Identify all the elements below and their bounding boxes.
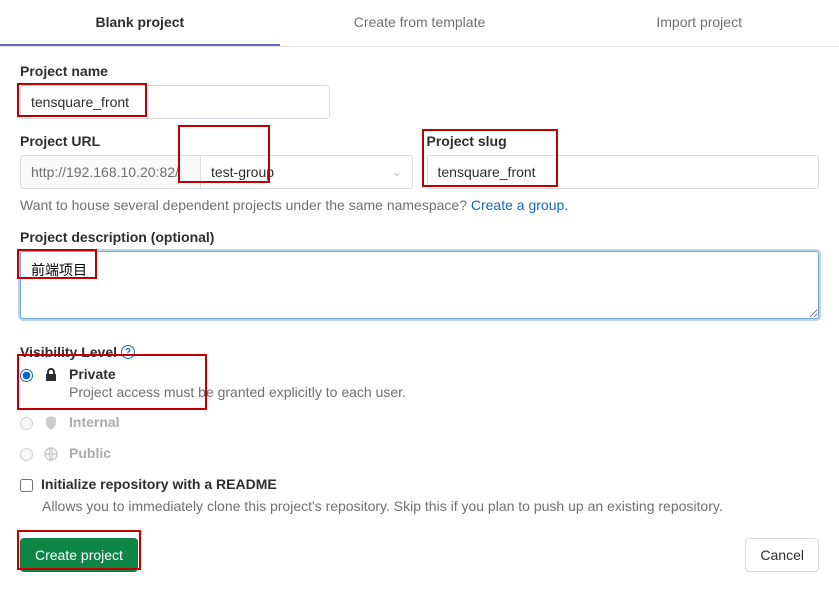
project-slug-label: Project slug: [427, 133, 820, 149]
visibility-public-label: Public: [69, 445, 111, 461]
visibility-internal-radio: [20, 417, 33, 430]
visibility-public-row: Public: [20, 445, 819, 462]
visibility-private-radio[interactable]: [20, 369, 33, 382]
tab-blank-project[interactable]: Blank project: [0, 0, 280, 46]
tabs: Blank project Create from template Impor…: [0, 0, 839, 47]
chevron-down-icon: ⌄: [391, 165, 401, 179]
create-project-button[interactable]: Create project: [20, 538, 138, 572]
project-url-base: [20, 155, 200, 189]
tab-import-project[interactable]: Import project: [559, 0, 839, 46]
globe-icon: [43, 446, 59, 462]
visibility-public-radio: [20, 448, 33, 461]
init-readme-label: Initialize repository with a README: [41, 476, 277, 492]
project-name-input[interactable]: [20, 85, 330, 119]
visibility-private-row[interactable]: Private Project access must be granted e…: [20, 366, 819, 400]
project-description-label: Project description (optional): [20, 229, 819, 245]
visibility-private-label: Private: [69, 366, 406, 382]
create-group-link[interactable]: Create a group.: [471, 197, 568, 213]
cancel-button[interactable]: Cancel: [745, 538, 819, 572]
visibility-private-desc: Project access must be granted explicitl…: [69, 384, 406, 400]
init-readme-checkbox[interactable]: [20, 479, 33, 492]
tab-create-from-template[interactable]: Create from template: [280, 0, 560, 46]
lock-icon: [43, 367, 59, 383]
help-icon[interactable]: ?: [121, 345, 135, 359]
namespace-hint: Want to house several dependent projects…: [20, 197, 819, 213]
project-url-label: Project URL: [20, 133, 413, 149]
visibility-internal-row: Internal: [20, 414, 819, 431]
shield-icon: [43, 415, 59, 431]
init-readme-desc: Allows you to immediately clone this pro…: [42, 498, 819, 514]
namespace-value: test-group: [211, 164, 274, 180]
project-name-label: Project name: [20, 63, 819, 79]
namespace-select[interactable]: test-group ⌄: [200, 155, 413, 189]
visibility-internal-label: Internal: [69, 414, 120, 430]
project-description-input[interactable]: [20, 251, 819, 319]
new-project-form: Project name Project URL test-group ⌄ Pr…: [0, 47, 839, 592]
visibility-level-label: Visibility Level: [20, 344, 117, 360]
project-slug-input[interactable]: [427, 155, 820, 189]
